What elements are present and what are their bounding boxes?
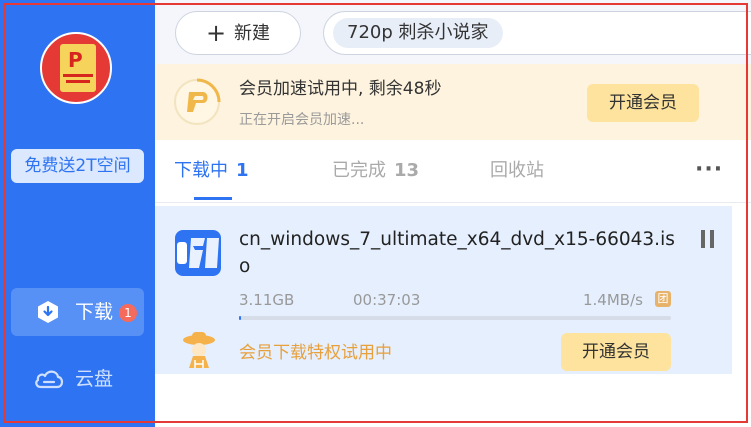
toolbar: + 新建 720p 刺杀小说家 [155, 0, 751, 64]
file-size: 3.11GB [239, 291, 295, 309]
download-count-badge: 1 [119, 304, 137, 322]
vip-trial-text: 会员下载特权试用中 [239, 343, 392, 363]
time-remaining: 00:37:03 [353, 291, 421, 309]
open-vip-button[interactable]: 开通会员 [561, 333, 671, 371]
download-task-item[interactable]: cn_windows_7_ultimate_x64_dvd_x15-66043.… [155, 206, 732, 374]
team-speed-badge: 团 [655, 291, 671, 307]
progress-fill [239, 316, 242, 320]
progress-bar [239, 316, 671, 320]
new-task-button[interactable]: + 新建 [175, 11, 301, 55]
download-speed: 1.4MB/s [583, 291, 643, 309]
search-suggestion-chip[interactable]: 720p 刺杀小说家 [333, 18, 503, 48]
sidebar-item-label: 云盘 [75, 368, 114, 390]
mascot-icon [183, 332, 215, 368]
tab-count: 1 [236, 160, 249, 181]
sidebar-item-download[interactable]: 下载 1 [11, 288, 144, 336]
scan-accelerate-icon [175, 230, 221, 276]
search-input[interactable]: 720p 刺杀小说家 [323, 11, 751, 55]
sidebar-item-label: 下载 [75, 301, 114, 323]
cloud-icon [35, 370, 64, 389]
sidebar: P 免费送2T空间 下载 1 云盘 [0, 0, 155, 427]
main-panel: + 新建 720p 刺杀小说家 会员加速试用中, 剩余48秒 正在开启会员加速.… [155, 0, 751, 427]
tab-completed[interactable]: 已完成 13 [332, 158, 419, 184]
download-tabs: 下载中 1 已完成 13 回收站 ··· [155, 140, 751, 203]
tab-count: 13 [394, 160, 420, 181]
open-vip-button[interactable]: 开通会员 [587, 84, 699, 122]
active-tab-indicator [194, 197, 232, 200]
avatar[interactable]: P [40, 32, 112, 104]
more-options-icon[interactable]: ··· [695, 158, 723, 182]
vip-trial-banner: 会员加速试用中, 剩余48秒 正在开启会员加速... 开通会员 [155, 64, 751, 140]
tab-downloading[interactable]: 下载中 1 [174, 158, 249, 184]
banner-subtitle: 正在开启会员加速... [239, 112, 365, 128]
accelerate-logo-icon [174, 78, 221, 125]
pause-icon[interactable] [701, 230, 715, 248]
tab-label: 回收站 [490, 160, 544, 181]
plus-icon: + [206, 19, 227, 47]
tab-label: 已完成 [332, 160, 386, 181]
tab-label: 下载中 [174, 160, 228, 181]
file-name: cn_windows_7_ultimate_x64_dvd_x15-66043.… [239, 229, 675, 277]
banner-title: 会员加速试用中, 剩余48秒 [239, 79, 442, 99]
free-space-promo-button[interactable]: 免费送2T空间 [11, 149, 144, 183]
tab-recycle-bin[interactable]: 回收站 [490, 158, 544, 184]
avatar-image: P [60, 44, 96, 92]
sidebar-item-cloud[interactable]: 云盘 [11, 355, 144, 403]
new-task-label: 新建 [234, 23, 270, 44]
download-icon [38, 301, 58, 323]
